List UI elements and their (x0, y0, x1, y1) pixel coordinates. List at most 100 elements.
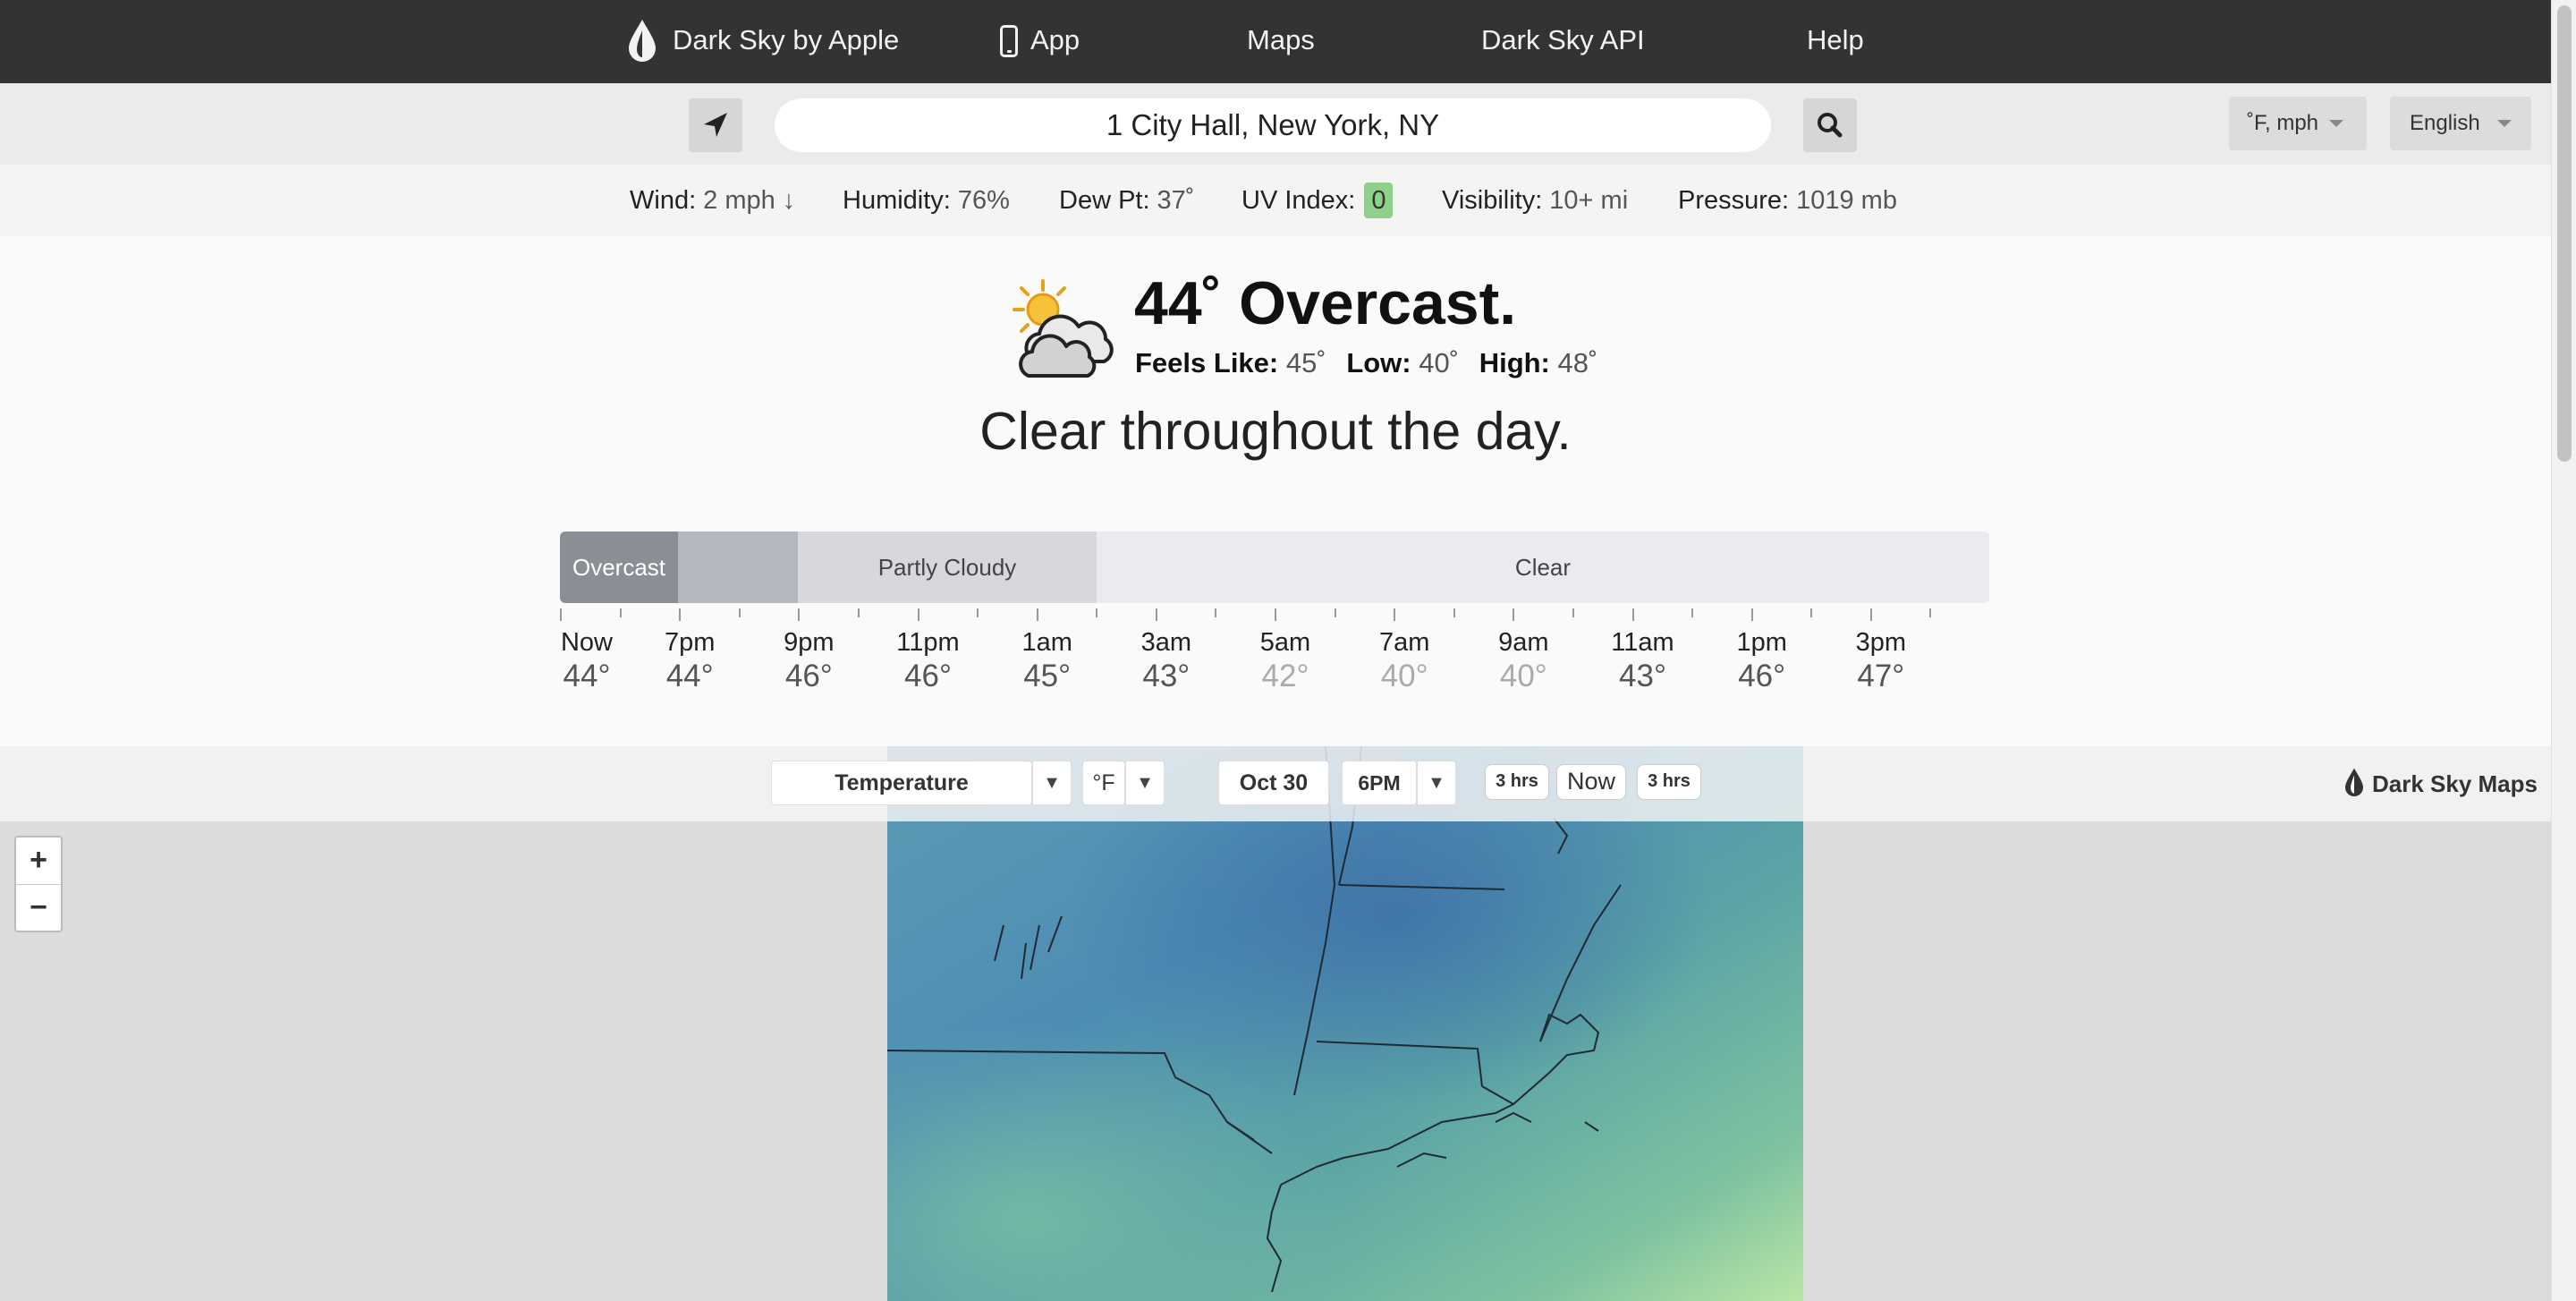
dark-sky-logo-icon (629, 20, 656, 62)
dark-sky-maps-label: Dark Sky Maps (2372, 770, 2538, 797)
timeline-tick (560, 608, 562, 621)
nav-maps-link[interactable]: Maps (1247, 0, 1315, 83)
map-layer-label: Temperature (835, 770, 969, 795)
dew-point-value: 37˚ (1157, 186, 1195, 215)
hour-temperature: 46° (784, 659, 833, 693)
high-value: 48˚ (1557, 347, 1598, 378)
nav-app-link[interactable]: App (1030, 0, 1080, 83)
search-bar-row: ˚F, mph English (0, 83, 2551, 165)
dew-point-detail: Dew Pt: 37˚ (1059, 165, 1194, 236)
map-layer-dropdown-toggle[interactable]: ▼ (1032, 761, 1072, 805)
language-label: English (2410, 111, 2480, 135)
hour-label: 1am (1021, 628, 1072, 657)
units-label: ˚F, mph (2247, 111, 2319, 135)
timeline-tick (1870, 608, 1872, 621)
map-unit-label: °F (1092, 770, 1115, 795)
dew-point-label: Dew Pt: (1059, 186, 1150, 215)
temperature-details: Feels Like: 45˚ Low: 40˚ High: 48˚ (1135, 347, 1610, 379)
timeline-tick (1037, 608, 1038, 621)
hourly-timeline[interactable]: Overcast Partly Cloudy Clear (560, 531, 1989, 603)
units-dropdown[interactable]: ˚F, mph (2229, 97, 2367, 150)
temperature-map[interactable] (887, 746, 1803, 1301)
timeline-segment-partly-cloudy[interactable]: Partly Cloudy (798, 531, 1097, 603)
timeline-tick (1810, 608, 1812, 617)
caret-down-icon: ▼ (1043, 773, 1061, 793)
map-now-button[interactable]: Now (1556, 764, 1626, 800)
visibility-detail: Visibility: 10+ mi (1442, 165, 1628, 236)
hour-temperature: 43° (1619, 659, 1666, 693)
search-icon (1818, 113, 1843, 138)
visibility-label: Visibility: (1442, 186, 1543, 215)
map-unit-select[interactable]: °F (1082, 761, 1125, 805)
timeline-tick (1335, 608, 1336, 617)
hour-label: 11pm (896, 628, 960, 657)
wind-detail: Wind: 2 mph ↓ (630, 165, 795, 236)
timeline-tick (798, 608, 800, 621)
map-time-label: 6PM (1358, 771, 1401, 795)
day-summary: Clear throughout the day. (979, 402, 1572, 461)
humidity-detail: Humidity: 76% (843, 165, 1010, 236)
current-temperature-summary: 44˚ Overcast. (1134, 269, 1517, 337)
pressure-detail: Pressure: 1019 mb (1678, 165, 1897, 236)
timeline-tick (1572, 608, 1574, 617)
timeline-segment-clear[interactable]: Clear (1097, 531, 1989, 603)
nav-api-link[interactable]: Dark Sky API (1481, 0, 1645, 83)
partly-cloudy-icon (1013, 279, 1114, 378)
hour-column: 5am 42° (1232, 626, 1339, 694)
current-location-button[interactable] (689, 98, 742, 152)
humidity-value: 76% (957, 186, 1010, 215)
map-date-select[interactable]: Oct 30 (1218, 761, 1329, 805)
current-conditions-details: Wind: 2 mph ↓ Humidity: 76% Dew Pt: 37˚ UV … (0, 165, 2551, 236)
timeline-segment-mostly-cloudy[interactable] (678, 531, 798, 603)
top-navigation: Dark Sky by Apple App Maps Dark Sky API … (0, 0, 2551, 83)
scrollbar-thumb[interactable] (2557, 5, 2572, 462)
hour-temperature: 42° (1261, 659, 1309, 693)
high-label: High: (1479, 347, 1550, 378)
map-layer-select[interactable]: Temperature (771, 761, 1032, 805)
timeline-segment-overcast[interactable]: Overcast (560, 531, 678, 603)
location-arrow-icon (704, 113, 727, 137)
hour-label: 11am (1611, 628, 1674, 657)
feels-like-label: Feels Like: (1135, 347, 1279, 378)
nav-help-link[interactable]: Help (1807, 0, 1864, 83)
hour-column: Now 44° (533, 626, 640, 694)
location-search-input[interactable] (775, 98, 1771, 152)
hour-label: 3am (1140, 628, 1192, 657)
hour-label: 9am (1498, 628, 1549, 657)
hour-label: 3pm (1855, 628, 1907, 657)
uv-index-badge: 0 (1364, 183, 1394, 218)
hour-label: 9pm (784, 628, 835, 657)
hour-temperature: 40° (1380, 659, 1428, 693)
dark-sky-maps-link[interactable]: Dark Sky Maps (2343, 766, 2538, 802)
hour-column: 1am 45° (994, 626, 1101, 694)
back-label: 3 hrs (1496, 771, 1538, 791)
feels-like-value: 45˚ (1285, 347, 1326, 378)
segment-label: Partly Cloudy (877, 554, 1017, 581)
search-button[interactable] (1803, 98, 1857, 152)
zoom-out-button[interactable]: − (16, 884, 61, 931)
page-scrollbar[interactable] (2551, 0, 2576, 1301)
hour-label: 7am (1378, 628, 1430, 657)
map-back-3hrs-button[interactable]: 3 hrs (1485, 764, 1549, 800)
segment-label: Overcast (572, 554, 666, 581)
language-dropdown[interactable]: English (2390, 97, 2531, 150)
hour-temperature: 44° (665, 659, 714, 693)
map-time-dropdown-toggle[interactable]: ▼ (1417, 761, 1456, 805)
hour-temperature: 46° (1738, 659, 1786, 693)
zoom-in-button[interactable]: + (16, 838, 61, 884)
map-unit-dropdown-toggle[interactable]: ▼ (1125, 761, 1165, 805)
hour-label: 7pm (664, 628, 716, 657)
wind-label: Wind: (630, 186, 697, 215)
hour-temperature: 43° (1142, 659, 1191, 693)
hour-temperature: 47° (1857, 659, 1905, 693)
nav-brand-link[interactable]: Dark Sky by Apple (673, 0, 899, 83)
hour-temperature: 44° (563, 659, 611, 693)
now-label: Now (1566, 768, 1615, 795)
hour-temperature: 40° (1499, 659, 1547, 693)
hour-column: 3pm 47° (1827, 626, 1935, 694)
hour-label: Now (560, 628, 613, 657)
map-time-select[interactable]: 6PM (1342, 761, 1417, 805)
hour-label: 1pm (1736, 628, 1787, 657)
map-forward-3hrs-button[interactable]: 3 hrs (1637, 764, 1701, 800)
timeline-tick (1275, 608, 1276, 621)
